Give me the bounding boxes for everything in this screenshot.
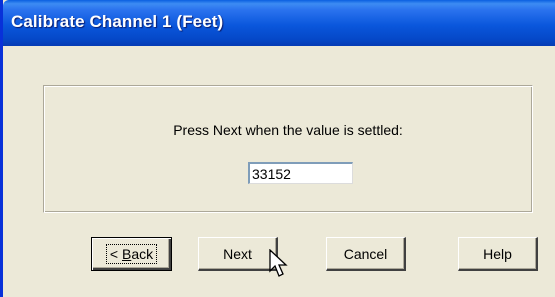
back-prefix: < [109, 246, 122, 262]
back-button-label: < Back [105, 244, 158, 264]
next-button-label: Next [223, 245, 252, 262]
help-button-label: Help [483, 245, 512, 262]
value-panel: Press Next when the value is settled: [43, 85, 533, 213]
arrow-cursor-icon [269, 249, 288, 277]
back-accelerator: B [121, 246, 132, 262]
back-button[interactable]: < Back [91, 237, 172, 271]
settle-prompt: Press Next when the value is settled: [173, 122, 403, 138]
next-button[interactable]: Next [198, 237, 278, 271]
window-title: Calibrate Channel 1 (Feet) [11, 12, 224, 31]
title-bar[interactable]: Calibrate Channel 1 (Feet) [3, 0, 555, 46]
back-label-rest: ack [131, 246, 154, 262]
value-field[interactable] [248, 162, 353, 184]
cancel-button[interactable]: Cancel [326, 237, 406, 271]
help-button[interactable]: Help [458, 237, 538, 271]
calibrate-dialog: Calibrate Channel 1 (Feet) Press Next wh… [0, 0, 555, 297]
cancel-button-label: Cancel [343, 245, 388, 262]
